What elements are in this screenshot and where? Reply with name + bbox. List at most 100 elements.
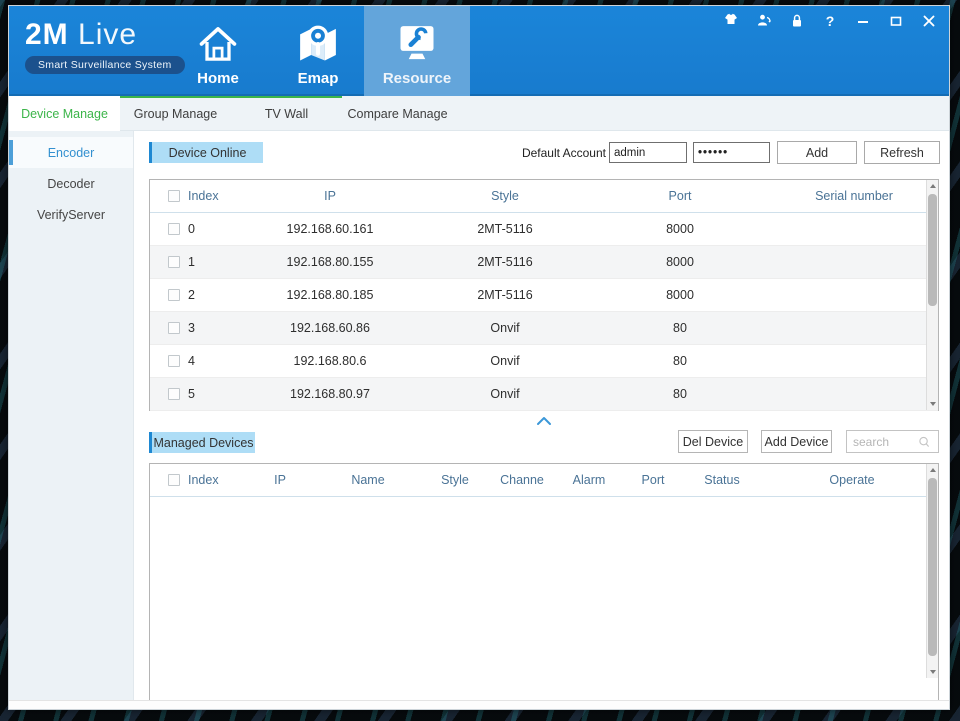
select-all-checkbox[interactable] xyxy=(168,474,180,486)
cell-style: Onvif xyxy=(420,354,590,368)
search-input[interactable] xyxy=(847,435,917,449)
row-checkbox[interactable] xyxy=(168,388,180,400)
device-online-row[interactable]: 0192.168.60.1612MT-51168000 xyxy=(150,213,938,246)
nav-resource[interactable]: Resource xyxy=(364,6,470,96)
add-button[interactable]: Add xyxy=(777,141,857,164)
cell-index: 5 xyxy=(180,387,240,401)
brand-light: Live xyxy=(78,18,137,51)
cell-port: 8000 xyxy=(590,288,770,302)
tab-bar: Device Manage Group Manage TV Wall Compa… xyxy=(9,96,949,131)
scroll-up-button[interactable] xyxy=(927,180,938,192)
cell-ip: 192.168.60.161 xyxy=(240,222,420,236)
cell-port: 80 xyxy=(590,354,770,368)
refresh-button[interactable]: Refresh xyxy=(864,141,940,164)
device-online-table: Index IP Style Port Serial number 0192.1… xyxy=(149,179,939,411)
column-ip[interactable]: IP xyxy=(240,473,320,487)
nav-emap[interactable]: Emap xyxy=(272,6,364,96)
sidebar-item-decoder[interactable]: Decoder xyxy=(9,168,133,199)
cell-index: 4 xyxy=(180,354,240,368)
cell-port: 8000 xyxy=(590,222,770,236)
brand-title: 2M Live xyxy=(25,18,185,52)
titlebar-icons: ? xyxy=(723,13,937,29)
scroll-thumb[interactable] xyxy=(928,194,937,306)
cell-index: 0 xyxy=(180,222,240,236)
column-port[interactable]: Port xyxy=(590,189,770,203)
device-online-row[interactable]: 4192.168.80.6Onvif80 xyxy=(150,345,938,378)
managed-devices-table: Index IP Name Style Channe Alarm Port St… xyxy=(149,463,939,703)
add-device-button[interactable]: Add Device xyxy=(761,430,832,453)
scroll-down-button[interactable] xyxy=(927,666,938,678)
scroll-thumb[interactable] xyxy=(928,478,937,656)
minimize-icon[interactable] xyxy=(855,13,871,29)
managed-devices-table-header: Index IP Name Style Channe Alarm Port St… xyxy=(150,464,938,497)
window-footer xyxy=(9,700,949,709)
row-checkbox[interactable] xyxy=(168,223,180,235)
column-channel[interactable]: Channe xyxy=(494,473,550,487)
managed-devices-scrollbar[interactable] xyxy=(926,464,938,678)
cell-checkbox xyxy=(150,355,180,367)
lock-icon[interactable] xyxy=(789,13,805,29)
maximize-icon[interactable] xyxy=(888,13,904,29)
cell-port: 8000 xyxy=(590,255,770,269)
del-device-button[interactable]: Del Device xyxy=(678,430,748,453)
app-window: 2M Live Smart Surveillance System Home xyxy=(8,5,950,710)
scroll-track[interactable] xyxy=(927,476,938,666)
account-input[interactable] xyxy=(609,142,687,163)
select-all-checkbox[interactable] xyxy=(168,190,180,202)
column-style[interactable]: Style xyxy=(420,189,590,203)
column-port[interactable]: Port xyxy=(628,473,678,487)
default-account-label: Default Account xyxy=(514,146,606,160)
scroll-track[interactable] xyxy=(927,192,938,398)
tab-group-manage[interactable]: Group Manage xyxy=(120,96,231,131)
cell-style: Onvif xyxy=(420,321,590,335)
tab-tv-wall[interactable]: TV Wall xyxy=(231,96,342,131)
search-icon xyxy=(917,435,931,449)
row-checkbox[interactable] xyxy=(168,256,180,268)
switch-user-icon[interactable] xyxy=(756,13,772,29)
sidebar: Encoder Decoder VerifyServer xyxy=(9,131,134,701)
skin-icon[interactable] xyxy=(723,13,739,29)
collapse-panel-icon[interactable] xyxy=(536,415,552,427)
device-online-scrollbar[interactable] xyxy=(926,180,938,410)
cell-ip: 192.168.60.86 xyxy=(240,321,420,335)
cell-checkbox xyxy=(150,256,180,268)
cell-ip: 192.168.80.97 xyxy=(240,387,420,401)
column-alarm[interactable]: Alarm xyxy=(550,473,628,487)
device-online-section-label: Device Online xyxy=(149,142,263,163)
brand-bold: 2M xyxy=(25,18,69,51)
row-checkbox[interactable] xyxy=(168,289,180,301)
column-style[interactable]: Style xyxy=(416,473,494,487)
app-header: 2M Live Smart Surveillance System Home xyxy=(9,6,949,96)
device-online-table-header: Index IP Style Port Serial number xyxy=(150,180,938,213)
help-icon[interactable]: ? xyxy=(822,13,838,29)
tab-device-manage[interactable]: Device Manage xyxy=(9,96,120,131)
nav-home[interactable]: Home xyxy=(172,6,264,96)
close-icon[interactable] xyxy=(921,13,937,29)
device-online-row[interactable]: 5192.168.80.97Onvif80 xyxy=(150,378,938,411)
tab-compare-manage[interactable]: Compare Manage xyxy=(342,96,453,131)
home-icon xyxy=(196,22,240,66)
sidebar-item-encoder[interactable]: Encoder xyxy=(9,137,133,168)
row-checkbox[interactable] xyxy=(168,322,180,334)
nav-emap-label: Emap xyxy=(298,70,339,87)
device-online-row[interactable]: 2192.168.80.1852MT-51168000 xyxy=(150,279,938,312)
column-status[interactable]: Status xyxy=(678,473,766,487)
column-index[interactable]: Index xyxy=(180,189,240,203)
emap-icon xyxy=(296,22,340,66)
column-operate[interactable]: Operate xyxy=(766,473,938,487)
sidebar-item-verifyserver[interactable]: VerifyServer xyxy=(9,199,133,230)
nav-home-label: Home xyxy=(197,70,239,87)
column-serial-number[interactable]: Serial number xyxy=(770,189,938,203)
device-online-row[interactable]: 3192.168.60.86Onvif80 xyxy=(150,312,938,345)
row-checkbox[interactable] xyxy=(168,355,180,367)
cell-style: 2MT-5116 xyxy=(420,222,590,236)
column-index[interactable]: Index xyxy=(180,473,240,487)
device-online-row[interactable]: 1192.168.80.1552MT-51168000 xyxy=(150,246,938,279)
column-ip[interactable]: IP xyxy=(240,189,420,203)
column-name[interactable]: Name xyxy=(320,473,416,487)
cell-port: 80 xyxy=(590,321,770,335)
scroll-up-button[interactable] xyxy=(927,464,938,476)
password-input[interactable] xyxy=(693,142,770,163)
scroll-down-button[interactable] xyxy=(927,398,938,410)
search-box xyxy=(846,430,939,453)
